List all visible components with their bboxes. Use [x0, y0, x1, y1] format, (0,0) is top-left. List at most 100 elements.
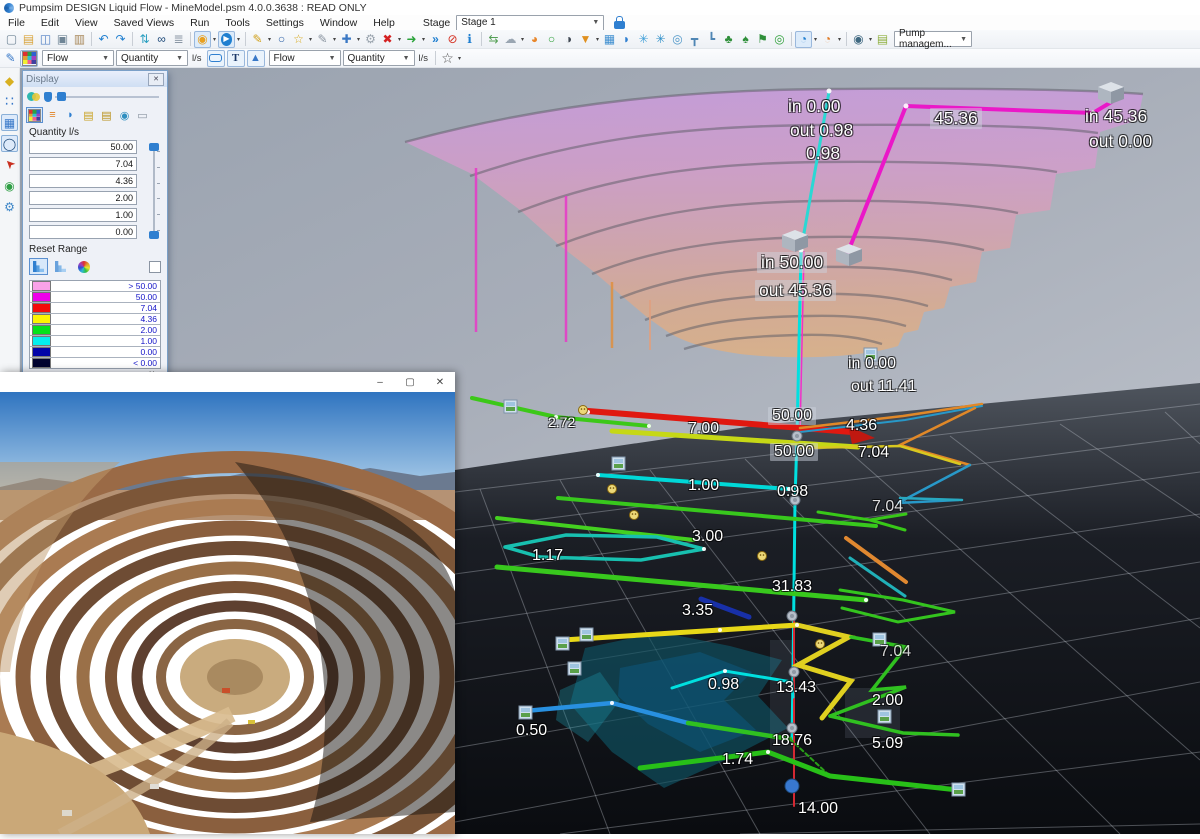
display-edit-icon[interactable]: ✎: [2, 50, 19, 67]
range-field-6[interactable]: 0.00: [29, 225, 137, 239]
time-chart-blue-icon[interactable]: ◔: [795, 31, 812, 48]
dropdown-caret[interactable]: ▾: [211, 36, 218, 43]
close-icon[interactable]: ✕: [425, 372, 455, 392]
no-entry-icon[interactable]: ⊘: [444, 31, 461, 48]
move-icon[interactable]: ✚: [338, 31, 355, 48]
find-icon[interactable]: ∞: [153, 31, 170, 48]
display-panel-titlebar[interactable]: Display ✕: [23, 71, 167, 87]
redo-icon[interactable]: ↷: [112, 31, 129, 48]
flag-marker-icon[interactable]: ⚑: [754, 31, 771, 48]
swap-icon[interactable]: ⇆: [485, 31, 502, 48]
open-folder-icon[interactable]: ▤: [20, 31, 37, 48]
cloud-icon[interactable]: ☁: [502, 31, 519, 48]
pie-chart-icon[interactable]: ◕: [526, 31, 543, 48]
colour-wheel-button[interactable]: [73, 257, 94, 276]
tab-layer-1[interactable]: ▤: [80, 107, 97, 123]
dropdown-caret[interactable]: ▾: [307, 36, 314, 43]
settings-gear-icon[interactable]: ⚙: [1, 198, 18, 215]
text-labels-button[interactable]: T: [227, 50, 245, 67]
tab-profile[interactable]: ≡: [44, 107, 61, 123]
spray-icon[interactable]: ✳: [652, 31, 669, 48]
scatter-nodes-icon[interactable]: ∷: [1, 93, 18, 110]
stage-combo[interactable]: Stage 1 ▼: [456, 15, 604, 31]
pump-management-combo[interactable]: Pump managem... ▼: [894, 31, 972, 47]
legend-row[interactable]: 1.00: [30, 336, 160, 347]
pipe-elbow-icon[interactable]: ┗: [703, 31, 720, 48]
dropdown-caret[interactable]: ▾: [420, 36, 427, 43]
tab-layer-2[interactable]: ▤: [98, 107, 115, 123]
draw-airway-icon[interactable]: ✎: [249, 31, 266, 48]
flow-combo-1[interactable]: Flow ▼: [42, 50, 114, 66]
dropdown-caret[interactable]: ▾: [396, 36, 403, 43]
save-icon[interactable]: ◫: [37, 31, 54, 48]
report-list-icon[interactable]: ▤: [874, 31, 891, 48]
paste-icon[interactable]: ▥: [71, 31, 88, 48]
maximize-icon[interactable]: ▢: [395, 372, 425, 392]
terrain-button[interactable]: ▲: [247, 50, 265, 67]
legend-row[interactable]: 0.00: [30, 347, 160, 358]
layers-list-icon[interactable]: ≣: [170, 31, 187, 48]
forest-icon[interactable]: ♠: [737, 31, 754, 48]
ring-select-icon[interactable]: ◯: [1, 135, 18, 152]
legend-row[interactable]: 2.00: [30, 325, 160, 336]
refresh-icon[interactable]: ⇅: [136, 31, 153, 48]
minimize-icon[interactable]: –: [365, 372, 395, 392]
dropdown-caret[interactable]: ▾: [456, 55, 463, 62]
tab-screen[interactable]: ▭: [134, 107, 151, 123]
simulate-key-icon[interactable]: ◉: [194, 31, 211, 48]
legend-row[interactable]: 7.04: [30, 303, 160, 314]
contrast-icon[interactable]: ◑: [560, 31, 577, 48]
drop-icon[interactable]: [44, 92, 52, 102]
dropdown-caret[interactable]: ▾: [836, 36, 843, 43]
node-shape-button[interactable]: [207, 50, 225, 67]
menu-run[interactable]: Run: [182, 15, 217, 30]
legend-checkbox[interactable]: [149, 261, 161, 273]
copy-icon[interactable]: ▣: [54, 31, 71, 48]
globe-icon[interactable]: ◉: [1, 177, 18, 194]
menu-edit[interactable]: Edit: [33, 15, 67, 30]
sprinkler-icon[interactable]: ✳: [635, 31, 652, 48]
undo-icon[interactable]: ↶: [95, 31, 112, 48]
tab-liquid[interactable]: ◗: [62, 107, 79, 123]
dropdown-caret[interactable]: ▾: [519, 36, 526, 43]
edit-pencil-icon[interactable]: ✎: [314, 31, 331, 48]
menu-window[interactable]: Window: [312, 15, 365, 30]
zoom-fit-icon[interactable]: ○: [543, 31, 560, 48]
data-table-icon[interactable]: ▦: [1, 114, 18, 131]
dropdown-caret[interactable]: ▾: [235, 36, 242, 43]
delete-icon[interactable]: ✖: [379, 31, 396, 48]
legend-row[interactable]: 50.00: [30, 292, 160, 303]
fast-forward-icon[interactable]: »: [427, 31, 444, 48]
dropdown-caret[interactable]: ▾: [355, 36, 362, 43]
saved-view-star-icon[interactable]: ☆: [439, 50, 456, 67]
menu-view[interactable]: View: [67, 15, 106, 30]
slider-handle-top[interactable]: [149, 143, 159, 151]
range-field-2[interactable]: 7.04: [29, 157, 137, 171]
menu-settings[interactable]: Settings: [258, 15, 312, 30]
range-field-4[interactable]: 2.00: [29, 191, 137, 205]
range-chart-button-2[interactable]: [50, 257, 71, 276]
range-field-5[interactable]: 1.00: [29, 208, 137, 222]
range-chart-button-1[interactable]: [29, 258, 48, 275]
node-colour-icon[interactable]: [27, 92, 41, 102]
title-bar[interactable]: Pumpsim DESIGN Liquid Flow - MineModel.p…: [0, 0, 1200, 15]
plant-icon[interactable]: ♣: [720, 31, 737, 48]
range-field-1[interactable]: 50.00: [29, 140, 137, 154]
dropdown-caret[interactable]: ▾: [594, 36, 601, 43]
dropdown-caret[interactable]: ▾: [812, 36, 819, 43]
world-view-icon[interactable]: ◉: [850, 31, 867, 48]
water-tank-icon[interactable]: ▦: [601, 31, 618, 48]
photo-window-titlebar[interactable]: – ▢ ✕: [0, 372, 455, 392]
favorites-star-icon[interactable]: ☆: [290, 31, 307, 48]
pointer-icon[interactable]: ➤: [0, 152, 22, 176]
range-vertical-slider[interactable]: [149, 143, 159, 239]
flow-combo-2[interactable]: Flow ▼: [269, 50, 341, 66]
dropdown-caret[interactable]: ▾: [266, 36, 273, 43]
pump-drop-icon[interactable]: ◗: [618, 31, 635, 48]
slider-handle[interactable]: [57, 92, 66, 101]
menu-tools[interactable]: Tools: [217, 15, 258, 30]
info-icon[interactable]: ℹ: [461, 31, 478, 48]
menu-saved-views[interactable]: Saved Views: [106, 15, 183, 30]
fan-icon[interactable]: ◎: [669, 31, 686, 48]
menu-help[interactable]: Help: [365, 15, 403, 30]
